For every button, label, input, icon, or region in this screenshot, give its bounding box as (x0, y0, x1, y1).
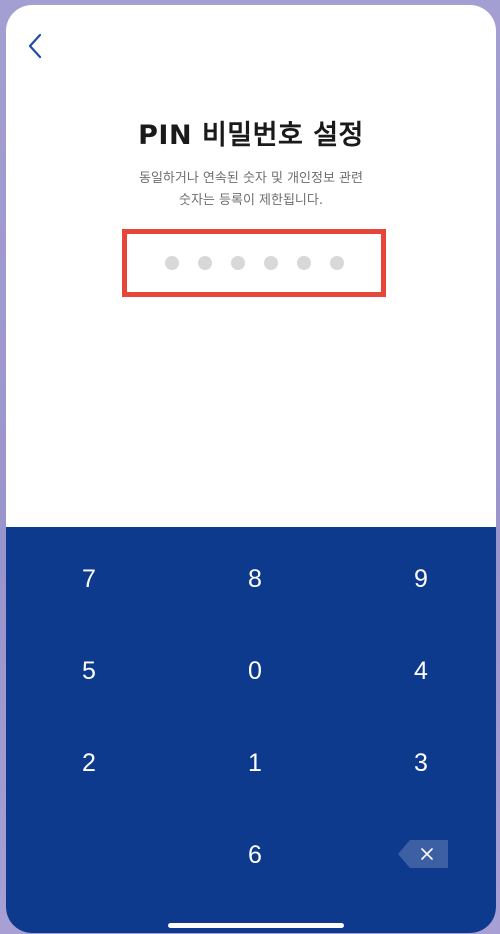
back-button[interactable] (20, 31, 50, 61)
description-line-1: 동일하거나 연속된 숫자 및 개인정보 관련 (139, 171, 363, 186)
page-title: PIN 비밀번호 설정 (138, 120, 364, 151)
key-3[interactable]: 3 (361, 733, 481, 793)
phone-screen: PIN 비밀번호 설정 동일하거나 연속된 숫자 및 개인정보 관련 숫자는 등… (6, 5, 496, 933)
key-6[interactable]: 6 (195, 825, 315, 885)
key-2[interactable]: 2 (29, 733, 149, 793)
number-keypad: 7 8 9 5 0 4 2 1 3 6 (6, 527, 496, 933)
key-7[interactable]: 7 (29, 549, 149, 609)
key-1[interactable]: 1 (195, 733, 315, 793)
pin-dot (197, 256, 212, 270)
pin-dot (164, 256, 179, 270)
home-indicator (168, 923, 344, 928)
key-9[interactable]: 9 (361, 549, 481, 609)
key-4[interactable]: 4 (361, 641, 481, 701)
key-5[interactable]: 5 (29, 641, 149, 701)
description-line-2: 숫자는 등록이 제한됩니다. (179, 193, 323, 208)
pin-dot (296, 256, 311, 270)
backspace-button[interactable] (398, 840, 448, 868)
backspace-icon (398, 840, 448, 868)
page-description: 동일하거나 연속된 숫자 및 개인정보 관련 숫자는 등록이 제한됩니다. (6, 168, 496, 212)
pin-input-display (122, 229, 386, 297)
key-8[interactable]: 8 (195, 549, 315, 609)
pin-dot (329, 256, 344, 270)
pin-dot (230, 256, 245, 270)
chevron-left-icon (28, 33, 42, 59)
pin-dot (263, 256, 278, 270)
key-0[interactable]: 0 (195, 641, 315, 701)
